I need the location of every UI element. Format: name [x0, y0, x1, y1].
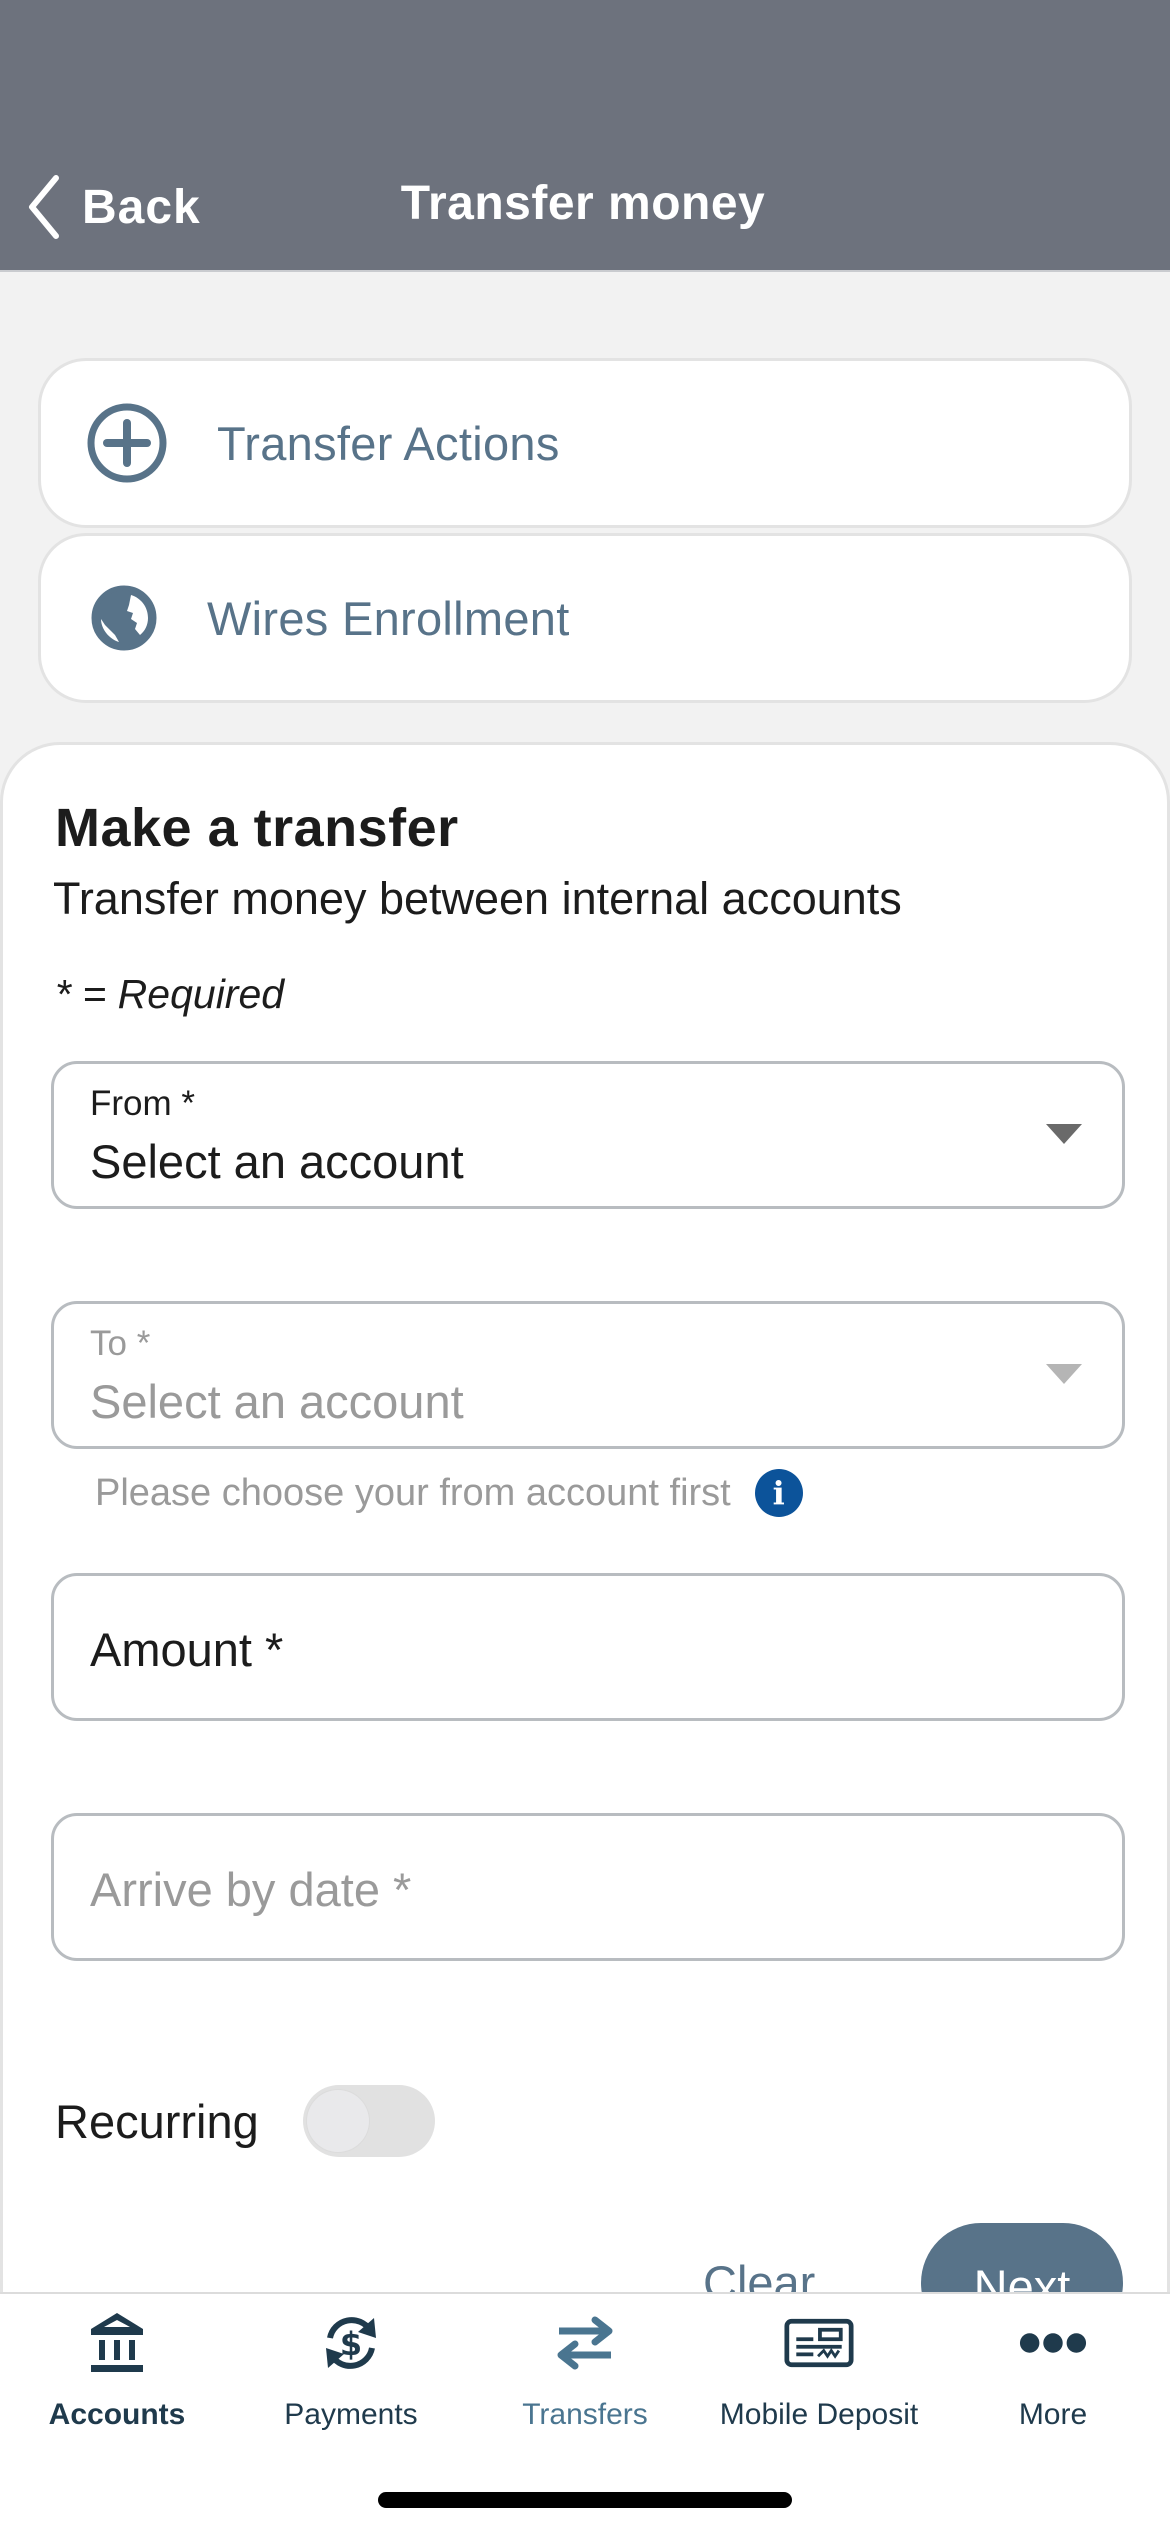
transfer-arrows-icon [550, 2308, 620, 2378]
chevron-down-icon [1046, 1124, 1082, 1144]
arrive-by-date-input[interactable]: Arrive by date * [51, 1813, 1125, 1961]
wires-enrollment-button[interactable]: Wires Enrollment [38, 533, 1132, 703]
tab-accounts-label: Accounts [48, 2398, 186, 2431]
to-label: To * [90, 1324, 151, 1363]
page-title-text: Transfer money [400, 177, 766, 230]
recurring-label: Recurring [55, 2094, 259, 2148]
amount-input[interactable]: Amount * [51, 1573, 1125, 1721]
from-label: From * [90, 1084, 195, 1123]
transfer-form: Make a transfer Transfer money between i… [0, 742, 1170, 2343]
globe-icon [91, 585, 157, 651]
tab-mobile-deposit[interactable]: Mobile Deposit [702, 2308, 936, 2438]
dollar-cycle-icon: $ [316, 2308, 386, 2378]
tab-mobile-deposit-label: Mobile Deposit [719, 2398, 919, 2431]
arrive-by-date-placeholder: Arrive by date * [90, 1863, 412, 1916]
toggle-knob [306, 2090, 369, 2152]
page-title: Transfer money [0, 176, 1170, 231]
tab-payments[interactable]: $ Payments [234, 2308, 468, 2438]
recurring-row: Recurring [55, 2085, 435, 2157]
wires-enrollment-label: Wires Enrollment [207, 591, 570, 645]
recurring-toggle[interactable] [302, 2085, 435, 2157]
required-note: * = Required [55, 971, 285, 1017]
chevron-down-icon [1046, 1364, 1082, 1384]
check-deposit-icon [784, 2308, 854, 2378]
tab-accounts[interactable]: Accounts [0, 2308, 234, 2438]
bank-icon [82, 2308, 152, 2378]
transfer-actions-label: Transfer Actions [217, 416, 560, 470]
plus-circle-icon [85, 401, 169, 485]
tab-payments-label: Payments [284, 2398, 418, 2431]
tab-transfers-label: Transfers [522, 2398, 648, 2431]
form-title: Make a transfer [55, 798, 459, 858]
to-helper: Please choose your from account first i [95, 1469, 803, 1517]
more-dots-icon [1018, 2308, 1088, 2378]
to-account-select[interactable]: To * Select an account [51, 1301, 1125, 1449]
to-helper-text: Please choose your from account first [95, 1471, 731, 1514]
transfer-actions-button[interactable]: Transfer Actions [38, 358, 1132, 528]
to-value: Select an account [90, 1375, 464, 1428]
nav-header: Back Transfer money [0, 0, 1170, 272]
tab-more-label: More [1018, 2398, 1088, 2431]
amount-placeholder: Amount * [90, 1623, 284, 1676]
svg-text:$: $ [340, 2325, 362, 2363]
info-icon[interactable]: i [754, 1469, 803, 1517]
home-indicator [378, 2492, 792, 2508]
tab-transfers[interactable]: Transfers [468, 2308, 702, 2438]
tab-more[interactable]: More [936, 2308, 1170, 2438]
from-account-select[interactable]: From * Select an account [51, 1061, 1125, 1209]
form-subtitle: Transfer money between internal accounts [53, 873, 902, 924]
from-value: Select an account [90, 1135, 464, 1188]
